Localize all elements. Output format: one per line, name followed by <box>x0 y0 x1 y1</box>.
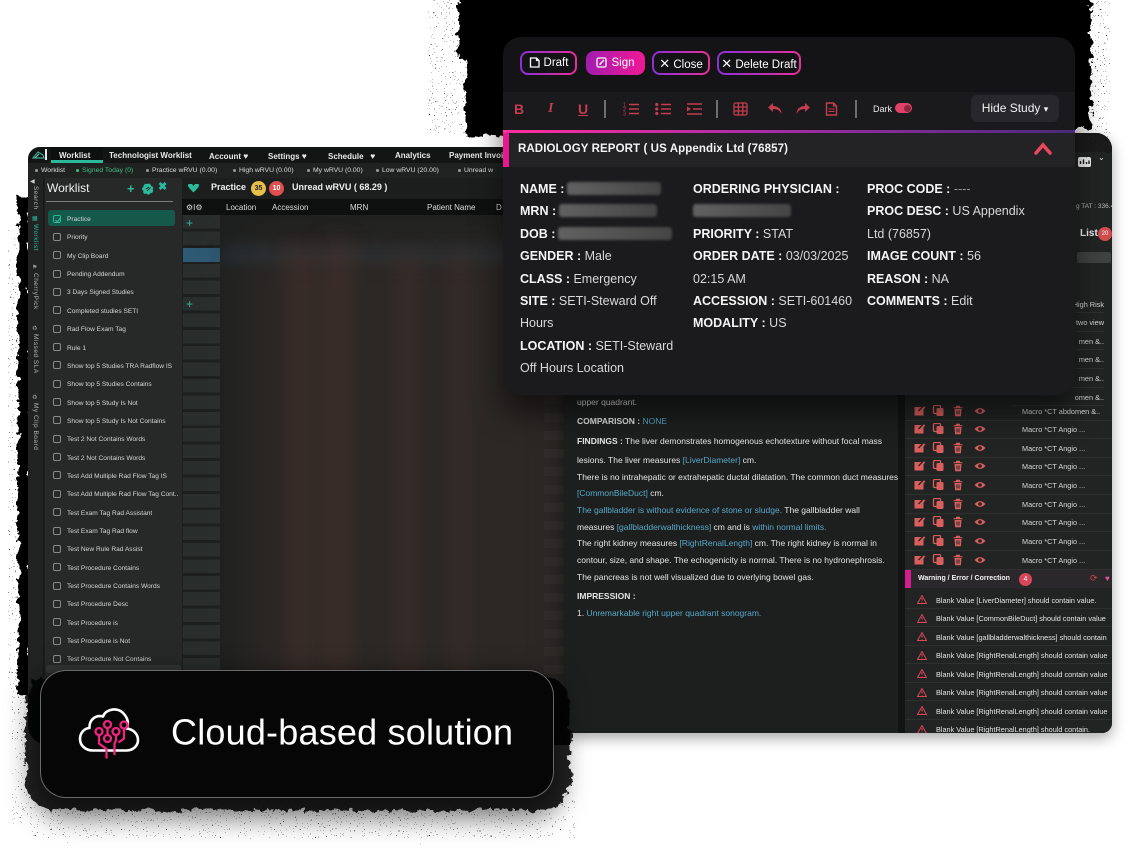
svg-text:3: 3 <box>623 112 626 117</box>
